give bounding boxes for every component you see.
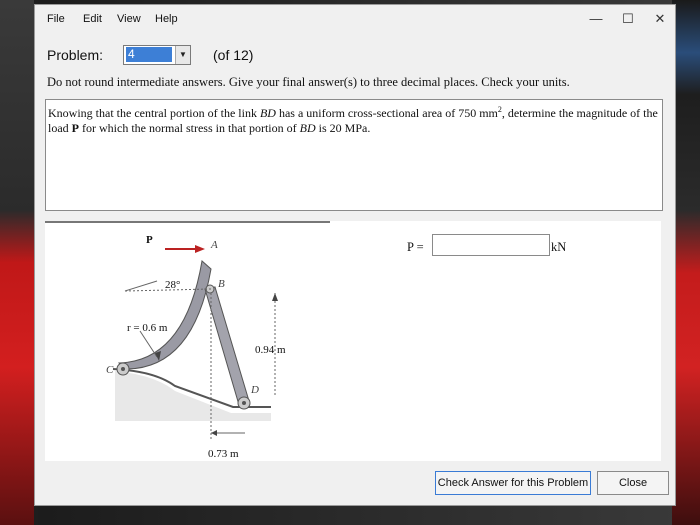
minimize-icon[interactable]: — (585, 10, 607, 28)
problem-count: (of 12) (213, 47, 254, 63)
point-c-label: C (106, 364, 114, 376)
point-b-label: B (218, 278, 225, 290)
problem-number-value: 4 (126, 47, 172, 62)
mechanism-diagram: P A B C D 28° r = 0.6 m 0.94 m 0.73 m (106, 234, 286, 460)
problem-statement: Knowing that the central portion of the … (48, 105, 658, 135)
problem-statement-box: Knowing that the central portion of the … (45, 99, 663, 211)
load-label: P (146, 234, 153, 246)
menu-file[interactable]: File (47, 13, 65, 25)
instruction-text: Do not round intermediate answers. Give … (47, 75, 570, 89)
width-label: 0.73 m (208, 448, 239, 460)
answer-label: P = (407, 240, 424, 254)
radius-label: r = 0.6 m (127, 322, 168, 334)
maximize-icon[interactable]: ☐ (617, 10, 639, 28)
point-a-label: A (210, 239, 218, 251)
answer-input[interactable] (432, 234, 550, 256)
height-label: 0.94 m (255, 344, 286, 356)
problem-window: File Edit View Help — ☐ ✕ Problem: 4 ▼ (… (34, 4, 676, 506)
problem-label: Problem: (47, 47, 104, 63)
angle-label: 28° (165, 279, 180, 291)
chevron-down-icon[interactable]: ▼ (175, 46, 190, 64)
desktop-background-left (0, 0, 34, 525)
figure-and-answer-area: P A B C D 28° r = 0.6 m 0.94 m 0.73 m P … (45, 221, 661, 461)
answer-unit: kN (551, 240, 567, 254)
desktop-background-right (672, 0, 700, 525)
menu-bar: File Edit View Help — ☐ ✕ (35, 5, 675, 33)
check-answer-button[interactable]: Check Answer for this Problem (435, 471, 591, 495)
close-button[interactable]: Close (597, 471, 669, 495)
menu-view[interactable]: View (117, 13, 141, 25)
menu-help[interactable]: Help (155, 13, 178, 25)
point-d-label: D (250, 384, 259, 396)
problem-number-select[interactable]: 4 ▼ (123, 45, 191, 65)
menu-edit[interactable]: Edit (83, 13, 102, 25)
close-icon[interactable]: ✕ (649, 10, 671, 28)
